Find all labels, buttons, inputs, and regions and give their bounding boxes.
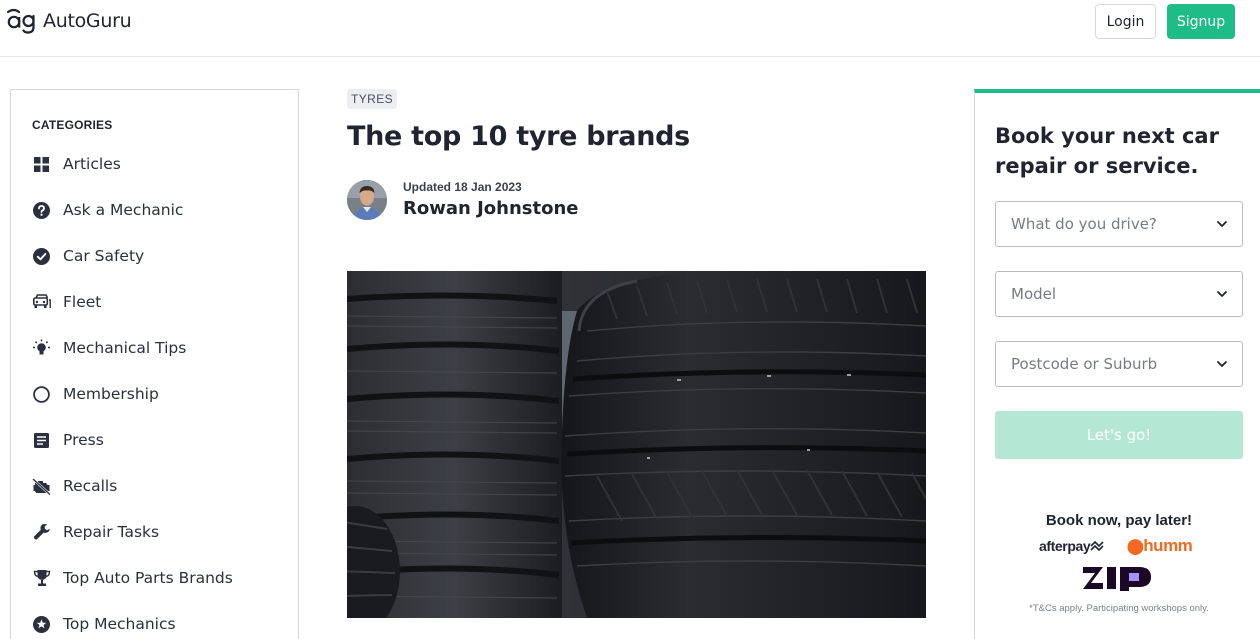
- sidebar-item-label: Top Mechanics: [63, 615, 176, 633]
- lets-go-button[interactable]: Let's go!: [995, 411, 1243, 459]
- signup-button[interactable]: Signup: [1167, 4, 1235, 39]
- sidebar-item-label: Repair Tasks: [63, 523, 160, 541]
- top-header: AutoGuru Login Signup: [0, 0, 1260, 57]
- sidebar-item-label: Mechanical Tips: [63, 339, 187, 357]
- car-icon: [32, 293, 51, 312]
- category-tag[interactable]: TYRES: [347, 89, 398, 109]
- login-button[interactable]: Login: [1095, 4, 1156, 39]
- trophy-icon: [32, 569, 51, 588]
- sidebar-item-press[interactable]: Press: [11, 417, 298, 463]
- autoguru-logo[interactable]: AutoGuru: [6, 8, 132, 34]
- star-badge-icon: [32, 615, 51, 634]
- terms-note: *T&Cs apply. Participating workshops onl…: [1029, 603, 1209, 614]
- afterpay-logo-text: afterpay: [1039, 538, 1091, 554]
- categories-heading: CATEGORIES: [32, 118, 113, 132]
- sidebar-item-ask-a-mechanic[interactable]: Ask a Mechanic: [11, 187, 298, 233]
- sidebar-item-repair-tasks[interactable]: Repair Tasks: [11, 509, 298, 555]
- lightbulb-icon: [32, 339, 51, 358]
- sidebar-item-mechanical-tips[interactable]: Mechanical Tips: [11, 325, 298, 371]
- sidebar-item-label: Press: [63, 431, 104, 449]
- categories-sidebar: CATEGORIES Articles Ask a Mechanic Car S…: [10, 89, 299, 639]
- wrench-icon: [32, 523, 51, 542]
- chevron-down-icon: [1217, 291, 1227, 297]
- model-select[interactable]: Model: [995, 271, 1243, 317]
- circle-icon: [32, 385, 51, 404]
- humm-bee-icon: ⬤: [1127, 538, 1144, 555]
- document-icon: [32, 431, 51, 450]
- humm-logo: ⬤humm: [1127, 536, 1193, 556]
- location-select-placeholder: Postcode or Suburb: [1011, 355, 1158, 373]
- engine-warning-icon: [32, 477, 51, 496]
- vehicle-select[interactable]: What do you drive?: [995, 201, 1243, 247]
- updated-date: Updated 18 Jan 2023: [403, 180, 522, 194]
- author-name[interactable]: Rowan Johnstone: [403, 198, 578, 219]
- chevron-down-icon: [1217, 361, 1227, 367]
- zip-logo-text: zip: [1083, 563, 1085, 564]
- booking-title: Book your next car repair or service.: [995, 124, 1219, 178]
- categories-list: Articles Ask a Mechanic Car Safety Fleet: [11, 141, 298, 639]
- check-circle-icon: [32, 247, 51, 266]
- sidebar-item-label: Top Auto Parts Brands: [63, 569, 233, 587]
- sidebar-item-articles[interactable]: Articles: [11, 141, 298, 187]
- book-now-pay-later-heading: Book now, pay later!: [1045, 512, 1193, 529]
- sidebar-item-membership[interactable]: Membership: [11, 371, 298, 417]
- sidebar-item-top-auto-parts-brands[interactable]: Top Auto Parts Brands: [11, 555, 298, 601]
- afterpay-logo: afterpay: [1039, 538, 1104, 554]
- author-avatar: [347, 180, 387, 220]
- chevron-down-icon: [1217, 221, 1227, 227]
- humm-logo-text: humm: [1143, 536, 1193, 555]
- question-icon: [32, 201, 51, 220]
- booking-panel: Book your next car repair or service. Wh…: [974, 89, 1260, 639]
- zip-logo: zip: [1083, 563, 1151, 591]
- sidebar-item-label: Articles: [63, 155, 121, 173]
- sidebar-item-car-safety[interactable]: Car Safety: [11, 233, 298, 279]
- sidebar-item-fleet[interactable]: Fleet: [11, 279, 298, 325]
- sidebar-item-recalls[interactable]: Recalls: [11, 463, 298, 509]
- sidebar-item-label: Membership: [63, 385, 159, 403]
- sidebar-item-label: Ask a Mechanic: [63, 201, 184, 219]
- sidebar-item-label: Fleet: [63, 293, 102, 311]
- grid-icon: [32, 155, 51, 174]
- article-title: The top 10 tyre brands: [347, 121, 690, 152]
- model-select-placeholder: Model: [1011, 285, 1057, 303]
- logo-text: AutoGuru: [43, 10, 132, 32]
- sidebar-item-label: Recalls: [63, 477, 118, 495]
- autoguru-logo-icon: [6, 8, 35, 34]
- location-select[interactable]: Postcode or Suburb: [995, 341, 1243, 387]
- sidebar-item-label: Car Safety: [63, 247, 145, 265]
- afterpay-arrows-icon: [1090, 540, 1104, 552]
- sidebar-item-top-mechanics[interactable]: Top Mechanics: [11, 601, 298, 639]
- hero-image-tyres: [347, 271, 926, 618]
- vehicle-select-placeholder: What do you drive?: [1011, 215, 1157, 233]
